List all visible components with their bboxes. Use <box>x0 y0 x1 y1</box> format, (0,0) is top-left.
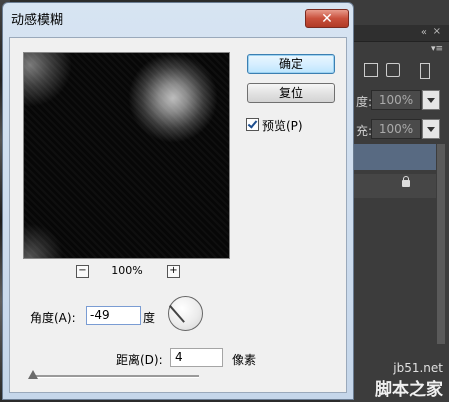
motion-blur-dialog: 动感模糊 ✕ − 100% + 确定 复位 预览(P) 角度(A): -49 度… <box>2 2 354 400</box>
opacity-field[interactable]: 100% <box>371 90 421 110</box>
zoom-out-button[interactable]: − <box>76 265 89 278</box>
distance-unit: 像素 <box>232 353 257 367</box>
opacity-row: 度: 100% <box>340 88 449 112</box>
transform-lock-icon[interactable] <box>364 63 378 77</box>
opacity-dropdown-button[interactable] <box>422 90 440 110</box>
watermark-name: 脚本之家 <box>375 380 443 400</box>
dialog-titlebar[interactable]: 动感模糊 ✕ <box>3 3 353 33</box>
ok-button[interactable]: 确定 <box>247 54 335 74</box>
zoom-in-button[interactable]: + <box>167 265 180 278</box>
angle-dial-needle <box>168 305 185 323</box>
fill-dropdown-button[interactable] <box>422 119 440 139</box>
angle-input[interactable]: -49 <box>86 306 141 325</box>
layer-row-selected[interactable] <box>340 144 436 170</box>
distance-slider-thumb[interactable] <box>28 370 38 379</box>
watermark: jb51.net 脚本之家 <box>375 361 443 400</box>
watermark-url: jb51.net <box>393 361 443 375</box>
zoom-controls: − 100% + <box>23 264 228 280</box>
collapse-panel-icon[interactable]: « <box>421 27 427 38</box>
close-button[interactable]: ✕ <box>305 9 349 28</box>
close-icon: ✕ <box>321 11 333 27</box>
lock-icon <box>402 176 410 187</box>
checkbox-checked-icon[interactable] <box>246 118 259 131</box>
reset-button[interactable]: 复位 <box>247 83 335 103</box>
panel-scrollbar[interactable] <box>437 144 445 344</box>
layers-panel-background: « × ▾≡ 度: 100% 充: 100% jb51.net 脚本之家 <box>340 0 449 402</box>
fill-field[interactable]: 100% <box>371 119 421 139</box>
artboard-lock-icon[interactable] <box>386 63 400 77</box>
preview-canvas[interactable] <box>23 52 230 259</box>
distance-input[interactable]: 4 <box>170 348 223 367</box>
fill-label: 充: <box>356 124 373 138</box>
zoom-level: 100% <box>111 264 143 277</box>
panel-header: « × <box>340 25 449 42</box>
dialog-body: − 100% + 确定 复位 预览(P) 角度(A): -49 度 距离(D):… <box>9 37 347 393</box>
angle-dial[interactable] <box>168 296 203 331</box>
lock-all-icon[interactable] <box>420 63 430 79</box>
panel-menu-icon[interactable]: ▾≡ <box>431 44 443 54</box>
preview-texture <box>24 53 229 258</box>
layer-row-background[interactable] <box>340 174 436 198</box>
preview-checkbox-label: 预览(P) <box>262 119 303 133</box>
fill-row: 充: 100% <box>340 117 449 141</box>
distance-slider-track[interactable] <box>32 375 199 378</box>
close-panel-icon[interactable]: × <box>433 26 441 37</box>
opacity-label: 度: <box>356 95 373 109</box>
dialog-title: 动感模糊 <box>11 13 64 28</box>
angle-unit: 度 <box>143 311 156 325</box>
angle-label: 角度(A): <box>30 311 76 325</box>
distance-label: 距离(D): <box>116 353 163 367</box>
